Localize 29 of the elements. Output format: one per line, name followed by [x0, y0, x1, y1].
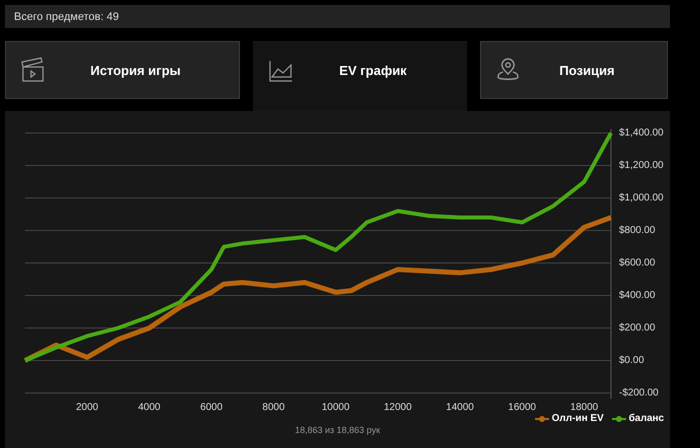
location-pin-icon — [495, 57, 521, 83]
y-tick-label: $400.00 — [619, 290, 656, 301]
y-tick-label: $1,400.00 — [619, 128, 664, 138]
legend-marker-icon — [612, 414, 626, 422]
x-tick-label: 4000 — [138, 402, 160, 413]
x-tick-label: 10000 — [322, 402, 350, 413]
x-tick-label: 8000 — [262, 402, 285, 413]
x-tick-label: 2000 — [76, 402, 98, 413]
y-tick-label: $1,000.00 — [619, 192, 664, 204]
hands-caption: 18,863 из 18,863 рук — [294, 425, 382, 435]
y-tick-label: -$200.00 — [619, 388, 658, 398]
y-tick-label: $600.00 — [619, 258, 656, 268]
tab[interactable]: Позиция — [480, 41, 668, 99]
x-tick-label: 18000 — [570, 402, 598, 413]
x-tick-label: 14000 — [446, 402, 474, 413]
y-tick-label: $200.00 — [619, 322, 656, 334]
legend-marker-icon — [534, 414, 549, 422]
y-tick-label: $800.00 — [619, 225, 656, 236]
clapperboard-icon — [20, 57, 46, 83]
x-tick-label: 16000 — [508, 402, 536, 413]
item-count: Всего предметов: 49 — [14, 10, 119, 22]
tab[interactable]: EV график — [253, 41, 467, 111]
legend-label: Олл-ин EV — [552, 413, 604, 424]
y-tick-label: $1,200.00 — [619, 160, 664, 171]
x-tick-label: 12000 — [384, 402, 412, 413]
x-tick-label: 6000 — [200, 402, 223, 413]
y-tick-label: $0.00 — [619, 355, 644, 366]
tab[interactable]: История игры — [5, 41, 240, 99]
legend-label: баланс — [628, 413, 664, 424]
